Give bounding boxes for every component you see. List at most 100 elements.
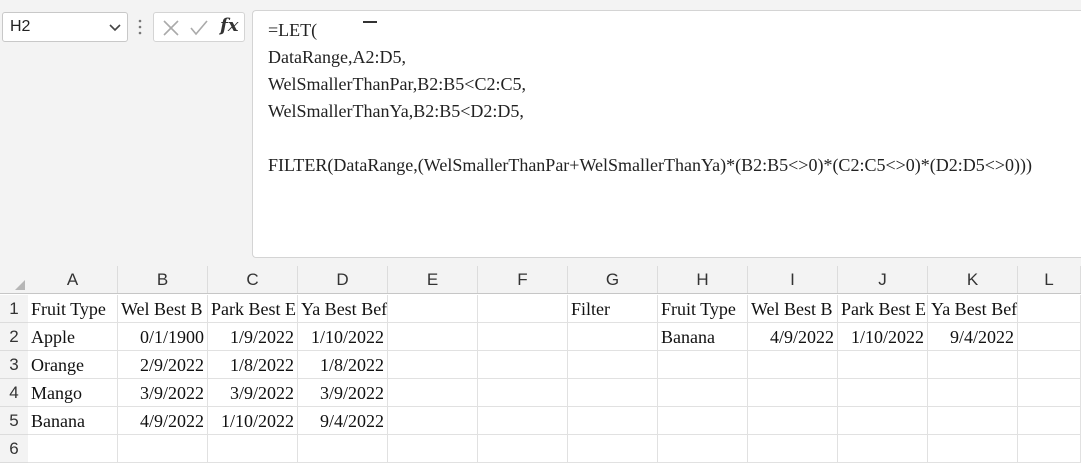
column-header-d[interactable]: D [298, 266, 388, 293]
cell-k6[interactable] [928, 435, 1018, 463]
cell-j6[interactable] [838, 435, 928, 463]
cell-l1[interactable] [1018, 295, 1081, 323]
cell-d3[interactable]: 1/8/2022 [298, 351, 388, 379]
select-all-corner[interactable] [0, 266, 28, 293]
column-header-g[interactable]: G [568, 266, 658, 293]
formula-input[interactable]: =LET( DataRange,A2:D5, WelSmallerThanPar… [252, 10, 1081, 258]
column-header-l[interactable]: L [1018, 266, 1081, 293]
cell-h2[interactable]: Banana [658, 323, 748, 351]
cell-a6[interactable] [28, 435, 118, 463]
cell-i4[interactable] [748, 379, 838, 407]
cell-c6[interactable] [208, 435, 298, 463]
vertical-dots-icon[interactable] [134, 17, 146, 37]
cell-i6[interactable] [748, 435, 838, 463]
cell-a3[interactable]: Orange [28, 351, 118, 379]
cell-b4[interactable]: 3/9/2022 [118, 379, 208, 407]
column-header-a[interactable]: A [28, 266, 118, 293]
cell-c4[interactable]: 3/9/2022 [208, 379, 298, 407]
cell-j2[interactable]: 1/10/2022 [838, 323, 928, 351]
cell-k1[interactable]: Ya Best Befre [928, 295, 1018, 323]
cell-e4[interactable] [388, 379, 478, 407]
cell-a5[interactable]: Banana [28, 407, 118, 435]
cell-l2[interactable] [1018, 323, 1081, 351]
cell-j5[interactable] [838, 407, 928, 435]
cell-l5[interactable] [1018, 407, 1081, 435]
cell-c1[interactable]: Park Best E [208, 295, 298, 323]
cell-d4[interactable]: 3/9/2022 [298, 379, 388, 407]
row-header-3[interactable]: 3 [0, 351, 28, 379]
row-header-2[interactable]: 2 [0, 323, 28, 351]
cell-e5[interactable] [388, 407, 478, 435]
formula-bar-area: H2 fx =LET( DataRange,A2:D5, WelSmallerT… [0, 0, 1081, 262]
cell-h3[interactable] [658, 351, 748, 379]
cell-b5[interactable]: 4/9/2022 [118, 407, 208, 435]
cell-b2[interactable]: 0/1/1900 [118, 323, 208, 351]
cell-e2[interactable] [388, 323, 478, 351]
cell-j1[interactable]: Park Best E [838, 295, 928, 323]
cell-l4[interactable] [1018, 379, 1081, 407]
column-header-c[interactable]: C [208, 266, 298, 293]
cell-g4[interactable] [568, 379, 658, 407]
cell-i2[interactable]: 4/9/2022 [748, 323, 838, 351]
check-icon[interactable] [189, 18, 209, 38]
x-icon[interactable] [161, 18, 181, 38]
cell-g1[interactable]: Filter [568, 295, 658, 323]
column-header-i[interactable]: I [748, 266, 838, 293]
cell-c5[interactable]: 1/10/2022 [208, 407, 298, 435]
spreadsheet-grid[interactable]: A B C D E F G H I J K L 1 Fruit Type Wel Best B Park Be… [0, 266, 1081, 465]
cell-f2[interactable] [478, 323, 568, 351]
cell-f6[interactable] [478, 435, 568, 463]
cell-g6[interactable] [568, 435, 658, 463]
cell-g2[interactable] [568, 323, 658, 351]
cell-i5[interactable] [748, 407, 838, 435]
cell-k2[interactable]: 9/4/2022 [928, 323, 1018, 351]
column-header-e[interactable]: E [388, 266, 478, 293]
cell-k5[interactable] [928, 407, 1018, 435]
cell-l3[interactable] [1018, 351, 1081, 379]
cell-e3[interactable] [388, 351, 478, 379]
cell-h5[interactable] [658, 407, 748, 435]
cell-j4[interactable] [838, 379, 928, 407]
cell-f4[interactable] [478, 379, 568, 407]
cell-c2[interactable]: 1/9/2022 [208, 323, 298, 351]
cell-b3[interactable]: 2/9/2022 [118, 351, 208, 379]
cell-h6[interactable] [658, 435, 748, 463]
cell-d1[interactable]: Ya Best Befre [298, 295, 388, 323]
cell-l6[interactable] [1018, 435, 1081, 463]
cell-h4[interactable] [658, 379, 748, 407]
cell-a4[interactable]: Mango [28, 379, 118, 407]
cell-a2[interactable]: Apple [28, 323, 118, 351]
column-header-b[interactable]: B [118, 266, 208, 293]
fx-icon[interactable]: fx [220, 15, 238, 36]
cell-k4[interactable] [928, 379, 1018, 407]
column-header-h[interactable]: H [658, 266, 748, 293]
cell-k3[interactable] [928, 351, 1018, 379]
cell-e1[interactable] [388, 295, 478, 323]
cell-i3[interactable] [748, 351, 838, 379]
cell-c3[interactable]: 1/8/2022 [208, 351, 298, 379]
row-header-6[interactable]: 6 [0, 435, 28, 463]
cell-f1[interactable] [478, 295, 568, 323]
column-header-j[interactable]: J [838, 266, 928, 293]
cell-g3[interactable] [568, 351, 658, 379]
cell-e6[interactable] [388, 435, 478, 463]
cell-f3[interactable] [478, 351, 568, 379]
column-header-k[interactable]: K [928, 266, 1018, 293]
cell-a1[interactable]: Fruit Type [28, 295, 118, 323]
cell-i1[interactable]: Wel Best B [748, 295, 838, 323]
cell-g5[interactable] [568, 407, 658, 435]
row-header-5[interactable]: 5 [0, 407, 28, 435]
cell-h1[interactable]: Fruit Type [658, 295, 748, 323]
row-header-1[interactable]: 1 [0, 295, 28, 323]
cell-d2[interactable]: 1/10/2022 [298, 323, 388, 351]
cell-f5[interactable] [478, 407, 568, 435]
column-header-f[interactable]: F [478, 266, 568, 293]
chevron-down-icon[interactable] [107, 18, 123, 36]
cell-j3[interactable] [838, 351, 928, 379]
cell-b6[interactable] [118, 435, 208, 463]
cell-b1[interactable]: Wel Best B [118, 295, 208, 323]
row-header-4[interactable]: 4 [0, 379, 28, 407]
cell-d5[interactable]: 9/4/2022 [298, 407, 388, 435]
cell-d6[interactable] [298, 435, 388, 463]
name-box[interactable]: H2 [2, 12, 128, 42]
